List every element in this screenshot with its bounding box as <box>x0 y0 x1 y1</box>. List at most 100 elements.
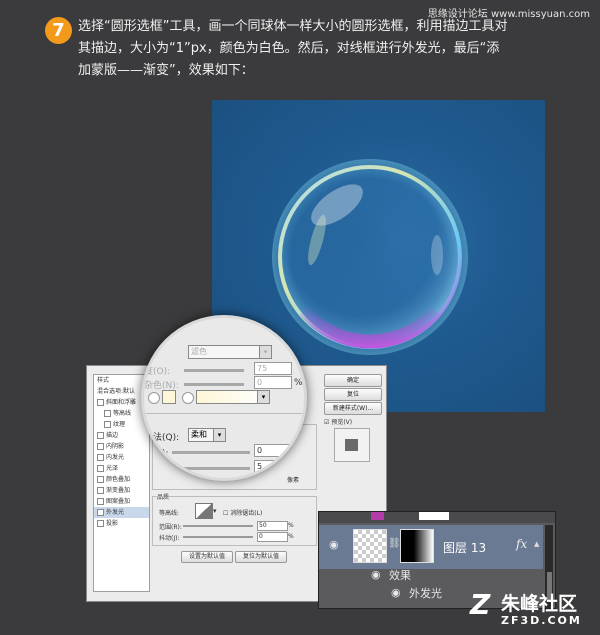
style-list-label: 投影 <box>106 520 119 527</box>
style-list-item[interactable]: 样式 <box>94 375 149 386</box>
spread-label: 展(P): <box>144 449 169 459</box>
range-slider[interactable] <box>183 525 253 527</box>
bubble-right-highlight <box>431 235 443 275</box>
antialias-label: 消除锯齿(L) <box>230 510 263 517</box>
style-list: 样式混合选项:默认斜面和浮雕等高线 纹理 描边 内阴影内发光光泽颜色叠加渐变叠加图案叠… <box>93 374 150 592</box>
chevron-down-icon: ▾ <box>257 391 269 403</box>
style-list-label: 斜面和浮雕 <box>106 399 137 406</box>
jitter-field[interactable]: 0 <box>257 532 288 542</box>
style-list-item[interactable]: 颜色叠加 <box>94 474 149 485</box>
size-unit: 像素 <box>294 465 304 475</box>
preview-label: 预览(V) <box>331 419 353 426</box>
outer-glow-effect-label: 外发光 <box>409 587 442 600</box>
size-label: 大小(S): <box>144 465 178 475</box>
opacity-label: 度(O): <box>144 367 171 377</box>
gradient-mask-thumbnail[interactable] <box>400 529 434 563</box>
checkbox-icon[interactable] <box>97 454 104 461</box>
color-radio[interactable] <box>148 392 160 404</box>
preview-checkbox[interactable]: ☑ 预览(V) <box>324 417 352 426</box>
style-list-item[interactable]: 外发光 <box>94 507 149 518</box>
collapse-arrow-icon[interactable]: ▲ <box>534 540 539 548</box>
layer-row-above[interactable] <box>319 512 555 523</box>
method-label: 方法(Q): <box>144 433 180 443</box>
style-list-item[interactable]: 图案叠加 <box>94 496 149 507</box>
chevron-down-icon: ▾ <box>259 346 271 358</box>
instruction-text: 选择“圆形选框”工具，画一个同球体一样大小的圆形选框，利用描边工具对 其描边，大… <box>78 16 568 82</box>
style-list-item[interactable]: 描边 <box>94 430 149 441</box>
checkbox-icon[interactable] <box>97 432 104 439</box>
size-slider[interactable] <box>184 467 250 470</box>
opacity-slider[interactable] <box>184 369 244 372</box>
checkbox-icon[interactable] <box>97 509 104 516</box>
size-field[interactable]: 5 <box>254 460 292 473</box>
eye-icon[interactable]: ◉ <box>371 568 381 581</box>
gradient-picker[interactable]: ▾ <box>196 390 270 404</box>
style-list-label: 颜色叠加 <box>106 476 131 483</box>
eye-icon[interactable]: ◉ <box>391 586 401 599</box>
style-list-item[interactable]: 等高线 <box>94 408 149 419</box>
gradient-radio[interactable] <box>182 392 194 404</box>
fx-icon[interactable]: fx <box>516 537 527 551</box>
noise-percent: % <box>294 378 303 388</box>
method-dropdown[interactable]: 柔和 ▾ <box>188 428 226 442</box>
opacity-field[interactable]: 75 <box>254 362 292 375</box>
noise-field[interactable]: 0 <box>254 376 292 389</box>
style-list-label: 渐变叠加 <box>106 487 131 494</box>
logo-mark-icon: Z <box>470 588 491 621</box>
spread-slider[interactable] <box>172 451 250 454</box>
style-list-item[interactable]: 斜面和浮雕 <box>94 397 149 408</box>
instruction-line-1: 选择“圆形选框”工具，画一个同球体一样大小的圆形选框，利用描边工具对 <box>78 19 508 34</box>
layer-thumbnail <box>353 529 387 563</box>
checkbox-icon[interactable] <box>97 487 104 494</box>
logo-name: 朱峰社区 <box>501 593 578 615</box>
quality-group: 品质 等高线: ▾ ☐ 消除锯齿(L) 范围(R): 50 % 抖动(J): 0… <box>152 492 317 546</box>
noise-slider[interactable] <box>184 383 244 386</box>
checkbox-icon[interactable] <box>97 399 104 406</box>
method-value: 柔和 <box>191 430 207 439</box>
checkbox-icon[interactable] <box>97 476 104 483</box>
style-list-label: 光泽 <box>106 465 119 472</box>
spread-field[interactable]: 0 <box>254 444 292 457</box>
range-label: 范围(R): <box>159 524 182 531</box>
style-list-item[interactable]: 内发光 <box>94 452 149 463</box>
style-list-label: 混合选项:默认 <box>97 388 136 395</box>
range-field[interactable]: 50 <box>257 521 288 531</box>
instruction-line-3: 加蒙版——渐变”，效果如下： <box>78 63 254 78</box>
style-list-item[interactable]: 纹理 <box>94 419 149 430</box>
px-unit: 像素 <box>287 477 300 484</box>
contour-dropdown-icon[interactable]: ▾ <box>213 507 217 515</box>
jitter-label: 抖动(J): <box>159 535 180 542</box>
style-list-item[interactable]: 内阴影 <box>94 441 149 452</box>
style-list-item[interactable]: 光泽 <box>94 463 149 474</box>
ok-button[interactable]: 确定 <box>324 374 382 387</box>
mask-thumbnail <box>419 512 449 520</box>
checkbox-icon[interactable] <box>97 465 104 472</box>
blend-mode-dropdown[interactable]: 滤色 ▾ <box>188 345 272 359</box>
link-icon[interactable]: ⛓ <box>388 538 401 549</box>
style-list-item[interactable]: 投影 <box>94 518 149 529</box>
style-preview-swatch <box>334 428 370 462</box>
check-icon: ☑ <box>324 419 330 426</box>
jitter-slider[interactable] <box>183 536 253 538</box>
reset-default-button[interactable]: 复位为默认值 <box>235 551 287 563</box>
style-list-item[interactable]: 渐变叠加 <box>94 485 149 496</box>
logo-domain: ZF3D.COM <box>501 614 582 627</box>
checkbox-icon[interactable] <box>97 520 104 527</box>
style-list-item[interactable]: 混合选项:默认 <box>94 386 149 397</box>
quality-title: 品质 <box>157 492 170 501</box>
new-style-button[interactable]: 新建样式(W)... <box>324 402 382 415</box>
style-list-label: 内发光 <box>106 454 125 461</box>
checkbox-icon[interactable] <box>104 410 111 417</box>
contour-picker[interactable] <box>195 503 213 519</box>
antialias-checkbox[interactable]: ☐ 消除锯齿(L) <box>223 508 262 517</box>
checkbox-icon[interactable] <box>104 421 111 428</box>
instruction-line-2: 其描边，大小为“1”px，颜色为白色。然后，对线框进行外发光，最后“添 <box>78 41 500 56</box>
contour-label: 等高线: <box>159 510 180 517</box>
checkbox-icon[interactable] <box>97 498 104 505</box>
eye-icon[interactable]: ◉ <box>329 538 339 551</box>
style-list-label: 样式 <box>97 377 110 384</box>
checkbox-icon[interactable] <box>97 443 104 450</box>
reset-button[interactable]: 复位 <box>324 388 382 401</box>
make-default-button[interactable]: 设置为默认值 <box>181 551 233 563</box>
glow-color-swatch[interactable] <box>162 390 176 404</box>
